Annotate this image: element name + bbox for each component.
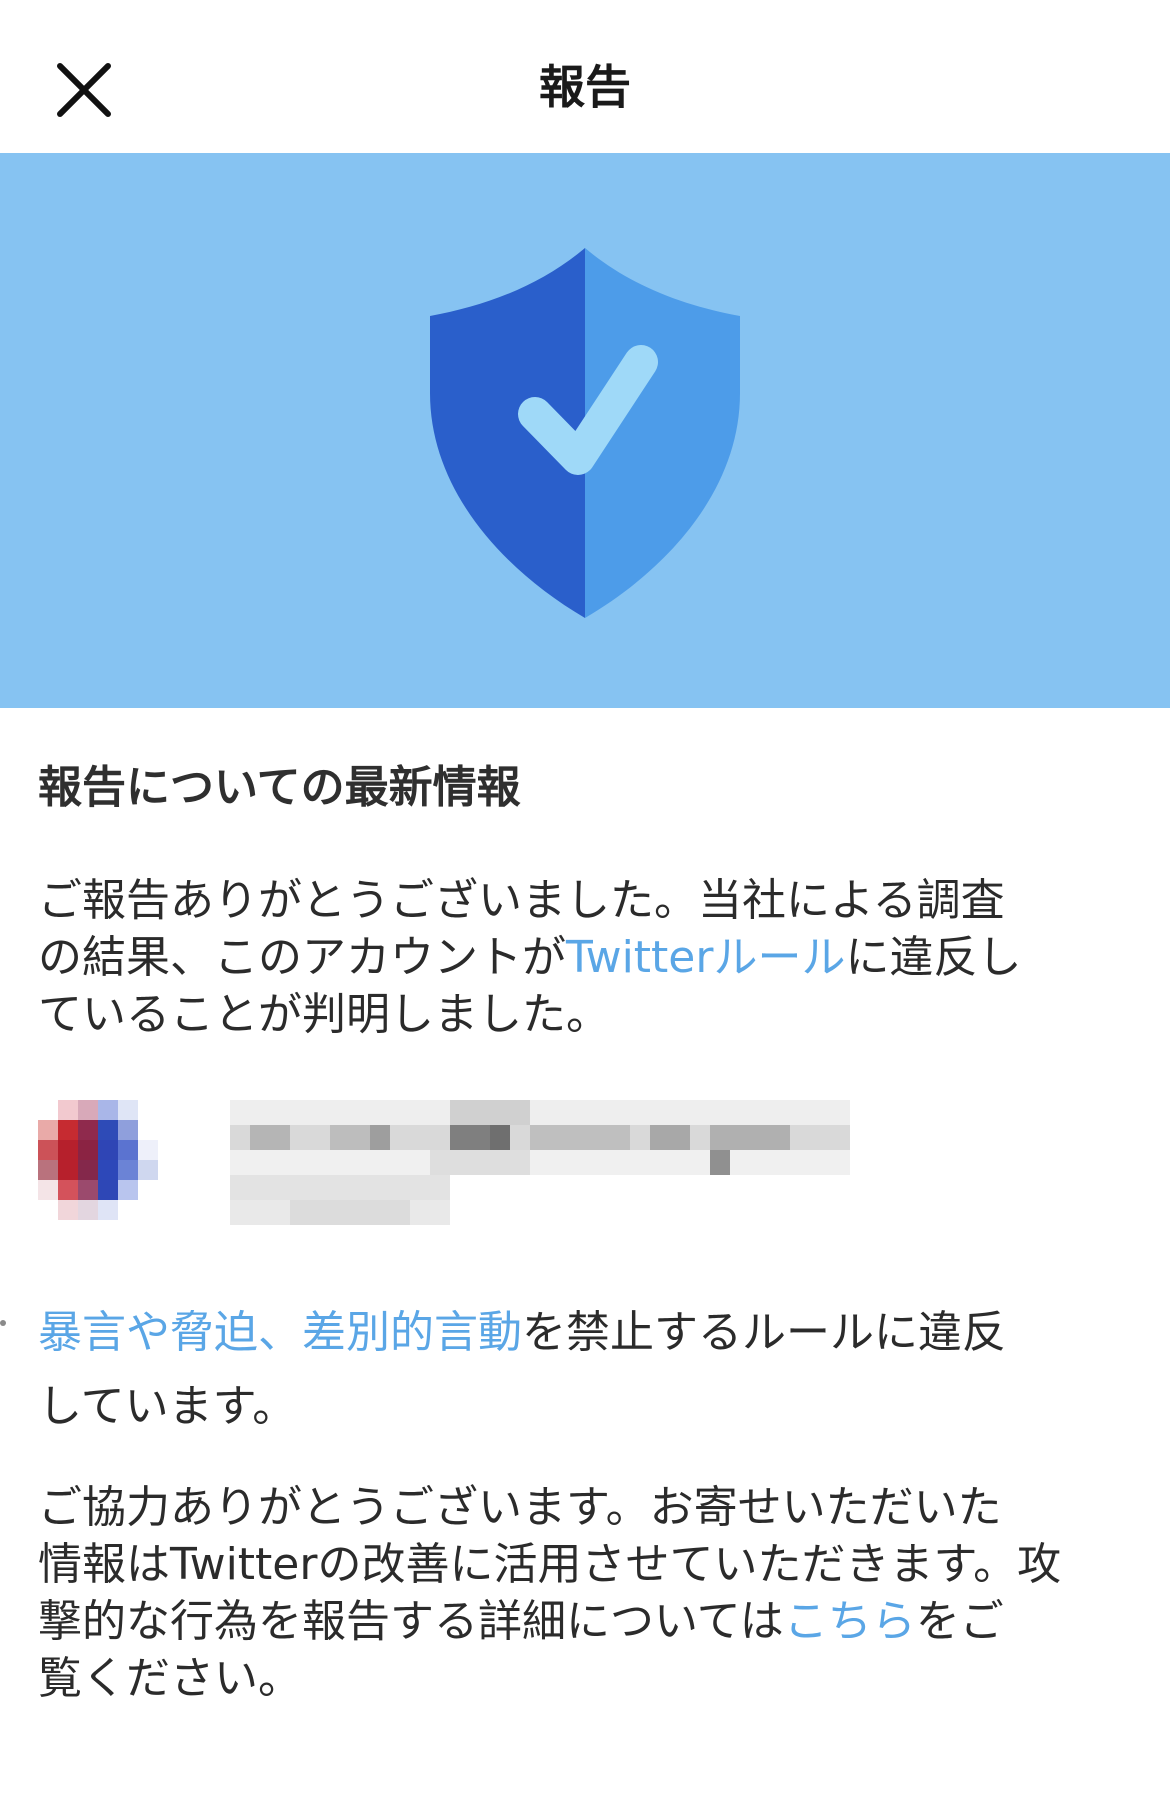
result-paragraph: ご報告ありがとうございました。当社による調査 の結果、このアカウントがTwitt… <box>38 872 1138 1043</box>
thanks-line-4: 覧ください。 <box>38 1653 302 1704</box>
section-heading: 報告についての最新情報 <box>38 762 521 813</box>
thanks-line-2: 情報はTwitterの改善に活用させていただきます。攻 <box>38 1539 1062 1590</box>
abusive-behavior-rule-link[interactable]: 暴言や脅迫、差別的言動 <box>38 1307 522 1358</box>
thanks-line-1: ご協力ありがとうございます。お寄せいただいた <box>38 1482 1002 1533</box>
hero-banner <box>0 153 1170 708</box>
violation-line-1: 暴言や脅迫、差別的言動を禁止するルールに違反 <box>38 1296 1138 1370</box>
avatar <box>38 1100 158 1220</box>
top-bar: 報告 <box>0 0 1170 153</box>
result-line-1: ご報告ありがとうございました。当社による調査 <box>38 875 1005 926</box>
reported-account <box>38 1100 958 1225</box>
violation-line-2: しています。 <box>38 1381 297 1432</box>
result-text: に違反し <box>845 932 1022 983</box>
thanks-paragraph: ご協力ありがとうございます。お寄せいただいた 情報はTwitterの改善に活用さ… <box>38 1479 1138 1707</box>
shield-check-icon <box>430 248 740 618</box>
thanks-line-3: 撃的な行為を報告する詳細についてはこちらをご <box>38 1593 1138 1650</box>
twitter-rules-link[interactable]: Twitterルール <box>566 932 845 983</box>
page-title: 報告 <box>539 60 631 114</box>
violation-paragraph: 暴言や脅迫、差別的言動を禁止するルールに違反 しています。 <box>38 1296 1138 1444</box>
thanks-text: をご <box>915 1596 1004 1647</box>
details-link[interactable]: こちら <box>784 1596 916 1647</box>
result-text: の結果、このアカウントが <box>38 932 566 983</box>
result-line-3: ていることが判明しました。 <box>38 989 610 1040</box>
account-name-blurred <box>230 1100 850 1225</box>
result-line-2: の結果、このアカウントがTwitterルールに違反し <box>38 929 1138 986</box>
violation-text: を禁止するルールに違反 <box>522 1307 1006 1358</box>
bullet-marker <box>0 1320 6 1326</box>
thanks-text: 撃的な行為を報告する詳細については <box>38 1596 784 1647</box>
